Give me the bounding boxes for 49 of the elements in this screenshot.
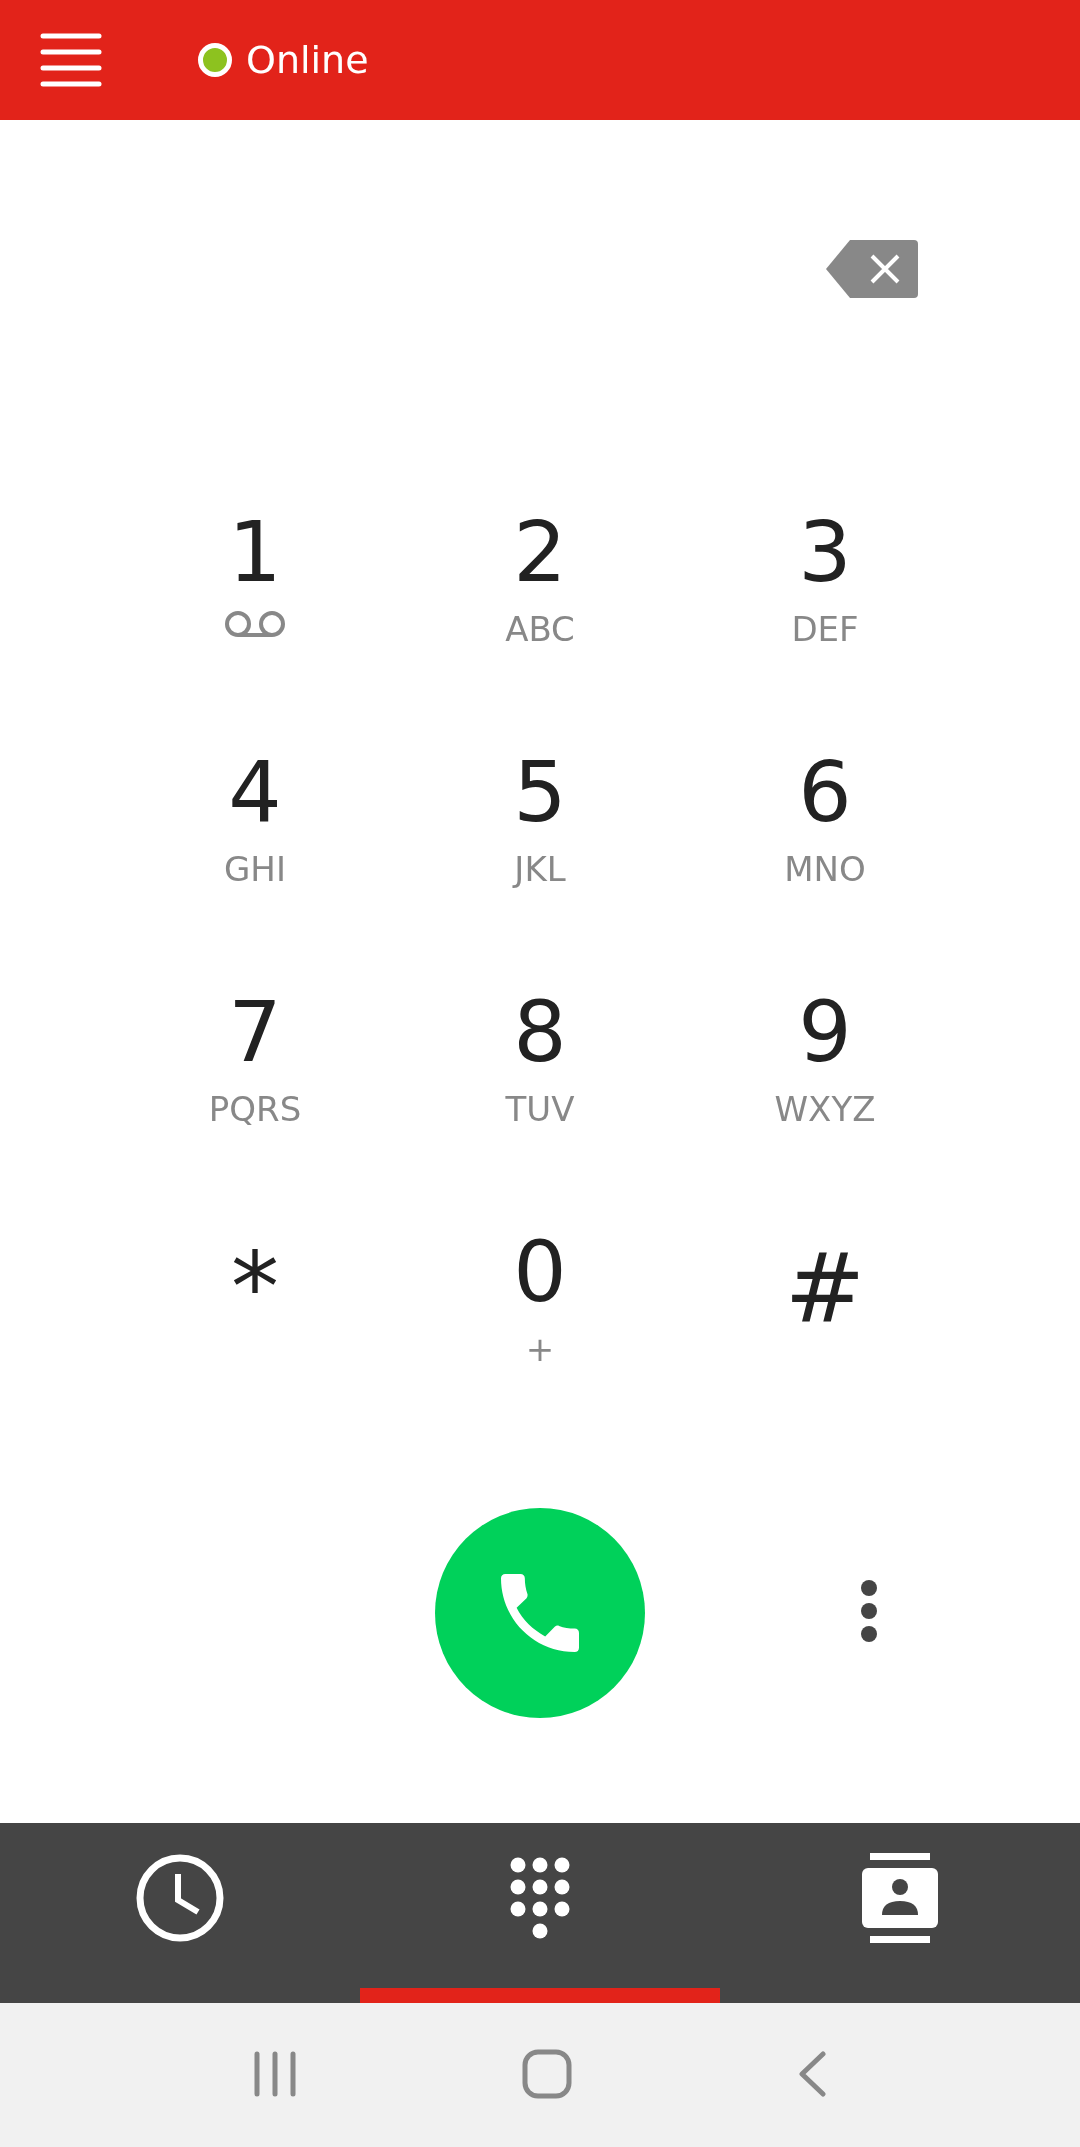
backspace-icon [826,240,918,298]
dial-key[interactable]: 2 ABC [397,490,683,730]
dial-key[interactable]: 9 WXYZ [682,970,968,1210]
key-letters: ABC [505,612,575,646]
dialpad-icon [510,1857,570,1939]
back-button[interactable] [797,2050,828,2100]
more-button[interactable] [859,1578,879,1643]
dial-key[interactable]: * [112,1210,398,1450]
dial-key[interactable]: 7 PQRS [112,970,398,1210]
recent-apps-icon [252,2050,297,2097]
key-letters: JKL [514,852,566,886]
key-letters: TUV [505,1092,575,1126]
dial-key[interactable]: 8 TUV [397,970,683,1210]
key-digit: 9 [798,990,852,1074]
dial-key[interactable]: 6 MNO [682,730,968,970]
key-letters: MNO [784,852,866,886]
key-digit: 5 [513,750,567,834]
key-digit: 4 [228,750,282,834]
home-button[interactable] [522,2048,572,2102]
dial-key[interactable]: 4 GHI [112,730,398,970]
dial-key[interactable]: # [682,1210,968,1450]
key-digit: 8 [513,990,567,1074]
key-digit: 1 [228,510,282,594]
dial-key[interactable]: 1 [112,490,398,730]
key-digit: * [231,1240,279,1336]
home-icon [522,2048,572,2099]
key-digit: 6 [798,750,852,834]
voicemail-icon [224,610,286,640]
key-digit: 2 [513,510,567,594]
status-label: Online [246,38,369,82]
key-letters: DEF [791,612,859,646]
dial-key[interactable]: 0 + [397,1210,683,1450]
key-digit: 0 [513,1230,567,1314]
key-letters: + [525,1332,555,1366]
contacts-icon [862,1853,938,1943]
back-icon [797,2050,828,2097]
menu-button[interactable] [40,32,102,88]
backspace-button[interactable] [826,240,918,298]
dial-key[interactable]: 5 JKL [397,730,683,970]
key-letters: GHI [224,852,286,886]
menu-icon [40,32,102,88]
key-letters: PQRS [208,1092,302,1126]
key-digit: 7 [228,990,282,1074]
key-digit: # [784,1240,866,1336]
more-icon [859,1578,879,1643]
dial-key[interactable]: 3 DEF [682,490,968,730]
key-letters: WXYZ [774,1092,876,1126]
key-digit: 3 [798,510,852,594]
clock-icon [134,1852,226,1944]
